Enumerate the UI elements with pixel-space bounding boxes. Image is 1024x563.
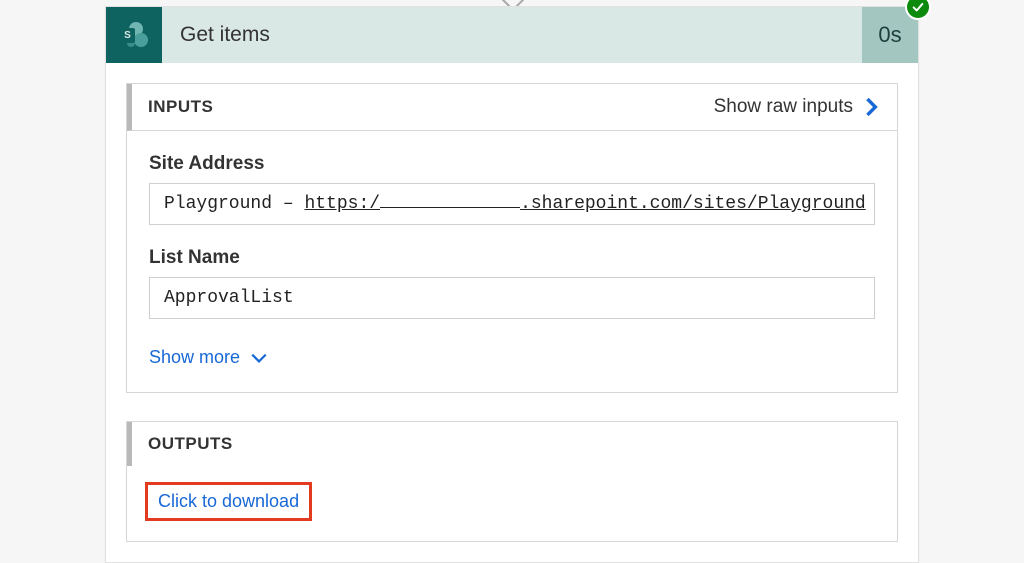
outputs-header: OUTPUTS — [127, 422, 897, 466]
field-list-name: List Name ApprovalList — [149, 247, 875, 319]
inputs-label: INPUTS — [148, 97, 714, 117]
show-more-button[interactable]: Show more — [149, 347, 268, 368]
site-address-value[interactable]: Playground – https:/.sharepoint.com/site… — [149, 183, 875, 225]
show-raw-inputs-label: Show raw inputs — [714, 96, 853, 118]
list-name-label: List Name — [149, 247, 875, 269]
download-link[interactable]: Click to download — [154, 489, 303, 514]
inputs-header: INPUTS Show raw inputs — [127, 84, 897, 131]
sharepoint-icon-box: S — [106, 7, 162, 63]
outputs-label: OUTPUTS — [148, 434, 881, 454]
card-body: INPUTS Show raw inputs Site Address Play… — [106, 63, 918, 562]
outputs-section: OUTPUTS Click to download — [126, 421, 898, 542]
chevron-down-icon — [250, 349, 268, 367]
inputs-body: Site Address Playground – https:/.sharep… — [127, 131, 897, 392]
chevron-right-icon — [863, 98, 881, 116]
redacted-segment — [380, 207, 520, 208]
check-icon — [911, 0, 925, 14]
card-title: Get items — [162, 7, 862, 63]
download-highlight: Click to download — [145, 482, 312, 521]
success-badge — [905, 0, 931, 20]
inputs-section: INPUTS Show raw inputs Site Address Play… — [126, 83, 898, 393]
field-site-address: Site Address Playground – https:/.sharep… — [149, 153, 875, 225]
site-address-label: Site Address — [149, 153, 875, 175]
show-more-label: Show more — [149, 347, 240, 368]
outputs-body: Click to download — [127, 466, 897, 541]
sharepoint-icon: S — [120, 21, 148, 49]
list-name-value[interactable]: ApprovalList — [149, 277, 875, 319]
show-raw-inputs-button[interactable]: Show raw inputs — [714, 96, 881, 118]
action-card: S Get items 0s INPUTS Show raw inputs Si… — [105, 6, 919, 563]
card-header[interactable]: S Get items 0s — [106, 7, 918, 63]
